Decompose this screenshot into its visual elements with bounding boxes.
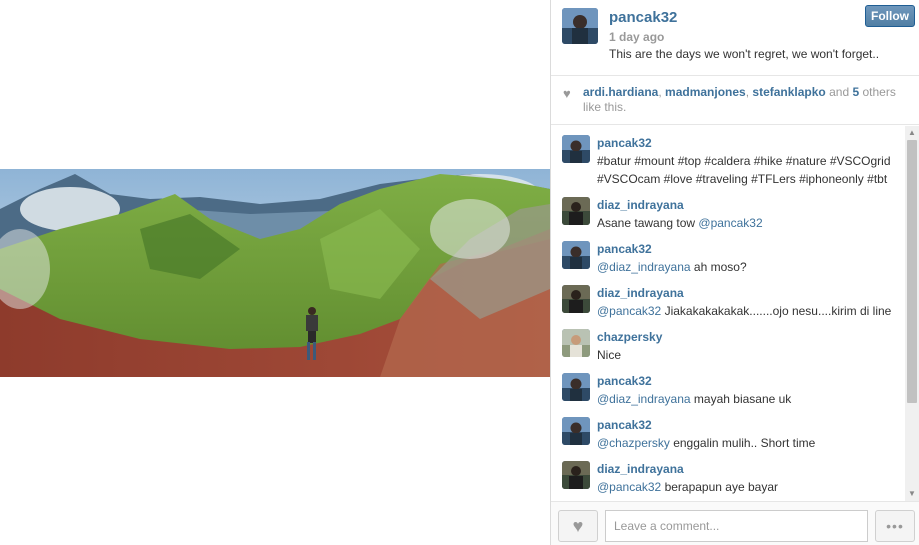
comment-item: chazpersky Nice [551,320,905,364]
user-photo-icon [562,417,590,445]
ellipsis-icon: ••• [886,518,904,534]
heart-icon: ♥ [572,516,584,536]
comment-item: pancak32 @diaz_indrayana mayah biasane u… [551,364,905,408]
user-photo-icon [562,241,590,269]
comment-text: @diaz_indrayana ah moso? [597,258,905,276]
commenter-username[interactable]: pancak32 [597,134,905,152]
more-options-button[interactable]: ••• [875,510,915,542]
comment-text: @pancak32 berapapun aye bayar [597,478,905,496]
comment-body: enggalin mulih.. Short time [669,436,816,450]
liker-link[interactable]: ardi.hardiana [583,85,658,99]
post-caption: This are the days we won't regret, we wo… [609,47,880,61]
and-text: and [825,85,853,99]
commenter-avatar[interactable] [562,461,590,489]
mention-link[interactable]: @pancak32 [597,304,661,318]
comment-body: berapapun aye bayar [661,480,778,494]
commenter-avatar[interactable] [562,241,590,269]
author-avatar[interactable] [562,8,598,44]
commenter-username[interactable]: pancak32 [597,416,905,434]
user-photo-icon [562,285,590,313]
mention-link[interactable]: @diaz_indrayana [597,260,691,274]
commenter-username[interactable]: diaz_indrayana [597,460,905,478]
comments-list: pancak32 #batur #mount #top #caldera #hi… [551,126,905,501]
commenter-username[interactable]: diaz_indrayana [597,196,905,214]
scroll-down-arrow-icon[interactable]: ▼ [905,487,919,501]
user-photo-icon [562,373,590,401]
mention-link[interactable]: @diaz_indrayana [597,392,691,406]
mention-link[interactable]: @pancak32 [698,216,762,230]
comment-text: @pancak32 Jiakakakakakak.......ojo nesu.… [597,302,905,320]
mention-link[interactable]: @chazpersky [597,436,670,450]
comment-text: Nice [597,348,622,362]
comment-footer: ♥ ••• [551,501,919,545]
photo-area [0,0,550,545]
post-header: pancak32 1 day ago This are the days we … [551,0,919,76]
comment-text: @diaz_indrayana mayah biasane uk [597,390,905,408]
user-photo-icon [562,329,590,357]
comment-body: ah moso? [690,260,747,274]
comment-text: @chazpersky enggalin mulih.. Short time [597,434,905,452]
post-timestamp[interactable]: 1 day ago [609,30,664,44]
comment-input[interactable] [605,510,868,542]
heart-icon: ♥ [563,86,571,101]
comment-item: pancak32 @chazpersky enggalin mulih.. Sh… [551,408,905,452]
liker-link[interactable]: madmanjones [665,85,746,99]
comment-text: Asane tawang tow @pancak32 [597,214,905,232]
post-details-panel: pancak32 1 day ago This are the days we … [550,0,919,545]
comment-item: diaz_indrayana @pancak32 Jiakakakakakak.… [551,276,905,320]
like-button[interactable]: ♥ [558,510,598,542]
user-photo-icon [562,8,598,44]
mountain-panorama-image [0,169,550,377]
comment-body: mayah biasane uk [690,392,792,406]
scroll-up-arrow-icon[interactable]: ▲ [905,126,919,140]
scroll-thumb[interactable] [907,140,917,403]
user-photo-icon [562,461,590,489]
liker-link[interactable]: stefanklapko [752,85,825,99]
commenter-username[interactable]: pancak32 [597,372,905,390]
comment-item: diaz_indrayana @pancak32 berapapun aye b… [551,452,905,496]
commenter-username[interactable]: pancak32 [597,240,905,258]
comment-text[interactable]: #batur #mount #top #caldera #hike #natur… [597,152,905,188]
commenter-avatar[interactable] [562,417,590,445]
author-username[interactable]: pancak32 [609,9,677,26]
commenter-username[interactable]: chazpersky [597,328,905,346]
user-photo-icon [562,197,590,225]
comment-body: Jiakakakakakak.......ojo nesu....kirim d… [661,304,892,318]
comment-body: Asane tawang tow [597,216,699,230]
commenter-username[interactable]: diaz_indrayana [597,284,905,302]
comment-item: pancak32 @diaz_indrayana ah moso? [551,232,905,276]
user-photo-icon [562,135,590,163]
commenter-avatar[interactable] [562,285,590,313]
follow-button[interactable]: Follow [865,5,915,27]
commenter-avatar[interactable] [562,135,590,163]
commenter-avatar[interactable] [562,197,590,225]
likes-summary: ♥ ardi.hardiana, madmanjones, stefanklap… [551,76,919,125]
commenter-avatar[interactable] [562,329,590,357]
post-photo[interactable] [0,169,550,377]
commenter-avatar[interactable] [562,373,590,401]
comment-item: pancak32 #batur #mount #top #caldera #hi… [551,126,905,188]
mention-link[interactable]: @pancak32 [597,480,661,494]
comments-scrollbar[interactable]: ▲ ▼ [905,126,919,501]
comment-item: diaz_indrayana Asane tawang tow @pancak3… [551,188,905,232]
